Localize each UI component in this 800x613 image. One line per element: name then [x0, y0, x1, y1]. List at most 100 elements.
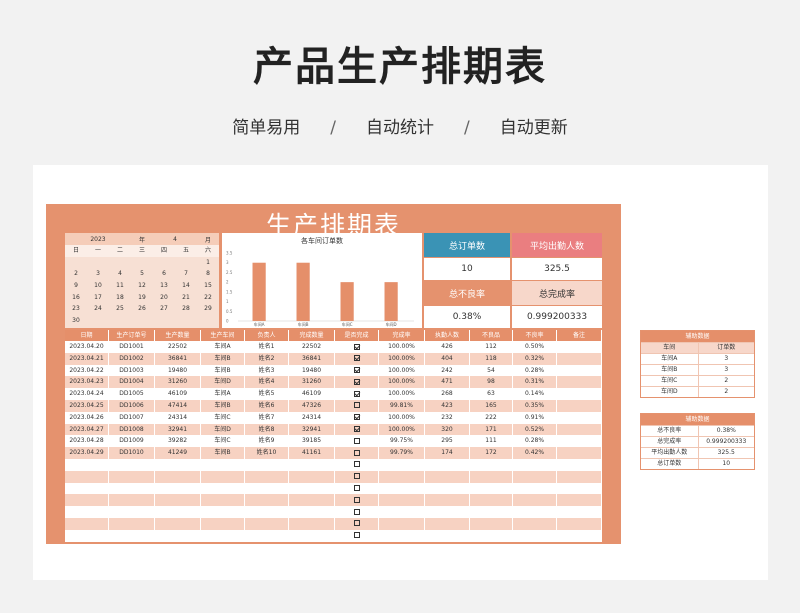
- table-cell[interactable]: [513, 458, 557, 471]
- table-cell[interactable]: [557, 494, 602, 507]
- column-header[interactable]: 不良品: [470, 330, 513, 341]
- calendar-day[interactable]: 30: [65, 315, 87, 327]
- completed-checkbox[interactable]: [353, 426, 360, 433]
- table-cell[interactable]: 车间B: [201, 447, 245, 459]
- table-cell[interactable]: 姓名4: [245, 376, 289, 389]
- table-cell[interactable]: [470, 482, 513, 495]
- table-cell[interactable]: [557, 482, 602, 495]
- completed-checkbox[interactable]: [353, 355, 360, 362]
- table-cell[interactable]: [65, 529, 109, 542]
- table-cell[interactable]: 2023.04.20: [65, 341, 109, 353]
- table-cell[interactable]: [425, 517, 470, 530]
- table-cell[interactable]: [379, 494, 425, 507]
- table-cell[interactable]: 姓名8: [245, 423, 289, 436]
- table-cell[interactable]: [557, 411, 602, 424]
- table-cell[interactable]: DD1005: [109, 388, 155, 400]
- table-cell[interactable]: 0.52%: [513, 423, 557, 436]
- table-cell[interactable]: 111: [470, 435, 513, 448]
- calendar-day[interactable]: 29: [197, 303, 219, 315]
- calendar-day[interactable]: 11: [109, 280, 131, 292]
- completed-checkbox[interactable]: [353, 473, 360, 480]
- table-cell[interactable]: [201, 470, 245, 483]
- table-cell[interactable]: 46109: [155, 388, 201, 400]
- table-cell[interactable]: 172: [470, 447, 513, 459]
- table-cell[interactable]: 268: [425, 388, 470, 400]
- table-cell[interactable]: [557, 529, 602, 542]
- table-cell[interactable]: 2023.04.21: [65, 352, 109, 365]
- calendar-day[interactable]: 18: [109, 292, 131, 304]
- table-cell[interactable]: 2023.04.29: [65, 447, 109, 459]
- table-cell[interactable]: [109, 482, 155, 495]
- table-cell[interactable]: 姓名3: [245, 364, 289, 377]
- table-cell[interactable]: 295: [425, 435, 470, 448]
- table-cell[interactable]: 63: [470, 388, 513, 400]
- completed-checkbox[interactable]: [353, 485, 360, 492]
- calendar-day[interactable]: [175, 315, 197, 327]
- table-cell[interactable]: 426: [425, 341, 470, 353]
- table-cell[interactable]: [379, 470, 425, 483]
- table-cell[interactable]: 41161: [289, 447, 335, 459]
- table-cell[interactable]: 姓名6: [245, 399, 289, 412]
- calendar-day[interactable]: 4: [109, 268, 131, 280]
- table-cell[interactable]: [289, 494, 335, 507]
- table-cell[interactable]: [557, 341, 602, 353]
- calendar-day[interactable]: 24: [87, 303, 109, 315]
- calendar-day[interactable]: [65, 257, 87, 269]
- table-cell[interactable]: 100.00%: [379, 364, 425, 377]
- table-cell[interactable]: [470, 470, 513, 483]
- table-cell[interactable]: [201, 458, 245, 471]
- table-cell[interactable]: 404: [425, 352, 470, 365]
- table-cell[interactable]: 47414: [155, 399, 201, 412]
- table-cell[interactable]: 2023.04.26: [65, 411, 109, 424]
- aux-key[interactable]: 平均出勤人数: [641, 448, 699, 458]
- table-cell[interactable]: [109, 506, 155, 518]
- table-cell[interactable]: 车间C: [201, 435, 245, 448]
- calendar-day[interactable]: 27: [153, 303, 175, 315]
- calendar-day[interactable]: 9: [65, 280, 87, 292]
- table-cell[interactable]: [425, 494, 470, 507]
- table-cell[interactable]: [245, 482, 289, 495]
- table-cell[interactable]: [425, 506, 470, 518]
- calendar-day[interactable]: 5: [131, 268, 153, 280]
- aux-key[interactable]: 车间B: [641, 365, 699, 375]
- table-cell[interactable]: [155, 470, 201, 483]
- table-cell[interactable]: 0.28%: [513, 435, 557, 448]
- table-cell[interactable]: [379, 506, 425, 518]
- aux-value[interactable]: 10: [699, 459, 755, 469]
- table-cell[interactable]: [201, 482, 245, 495]
- table-cell[interactable]: 31260: [289, 376, 335, 389]
- calendar-day[interactable]: 6: [153, 268, 175, 280]
- table-cell[interactable]: 39282: [155, 435, 201, 448]
- completed-checkbox[interactable]: [353, 402, 360, 409]
- calendar-day[interactable]: 22: [197, 292, 219, 304]
- table-cell[interactable]: 99.81%: [379, 399, 425, 412]
- column-header[interactable]: 完成数量: [289, 330, 335, 341]
- completed-checkbox[interactable]: [353, 532, 360, 539]
- table-cell[interactable]: 31260: [155, 376, 201, 389]
- calendar-day[interactable]: 13: [153, 280, 175, 292]
- table-cell[interactable]: [425, 529, 470, 542]
- column-header[interactable]: 完成率: [379, 330, 425, 341]
- completed-checkbox[interactable]: [353, 414, 360, 421]
- calendar-day[interactable]: 15: [197, 280, 219, 292]
- table-cell[interactable]: [289, 529, 335, 542]
- table-cell[interactable]: 54: [470, 364, 513, 377]
- calendar-day[interactable]: [153, 257, 175, 269]
- table-cell[interactable]: 423: [425, 399, 470, 412]
- calendar-day[interactable]: 10: [87, 280, 109, 292]
- table-cell[interactable]: [65, 470, 109, 483]
- table-cell[interactable]: [201, 517, 245, 530]
- table-cell[interactable]: [470, 458, 513, 471]
- column-header[interactable]: 执勤人数: [425, 330, 470, 341]
- table-cell[interactable]: 0.32%: [513, 352, 557, 365]
- table-cell[interactable]: 47326: [289, 399, 335, 412]
- table-cell[interactable]: 24314: [289, 411, 335, 424]
- table-cell[interactable]: DD1002: [109, 352, 155, 365]
- completed-checkbox[interactable]: [353, 449, 360, 456]
- table-cell[interactable]: [557, 447, 602, 459]
- completed-checkbox[interactable]: [353, 378, 360, 385]
- calendar-day[interactable]: 17: [87, 292, 109, 304]
- calendar-day[interactable]: 28: [175, 303, 197, 315]
- table-cell[interactable]: [557, 435, 602, 448]
- table-cell[interactable]: [470, 517, 513, 530]
